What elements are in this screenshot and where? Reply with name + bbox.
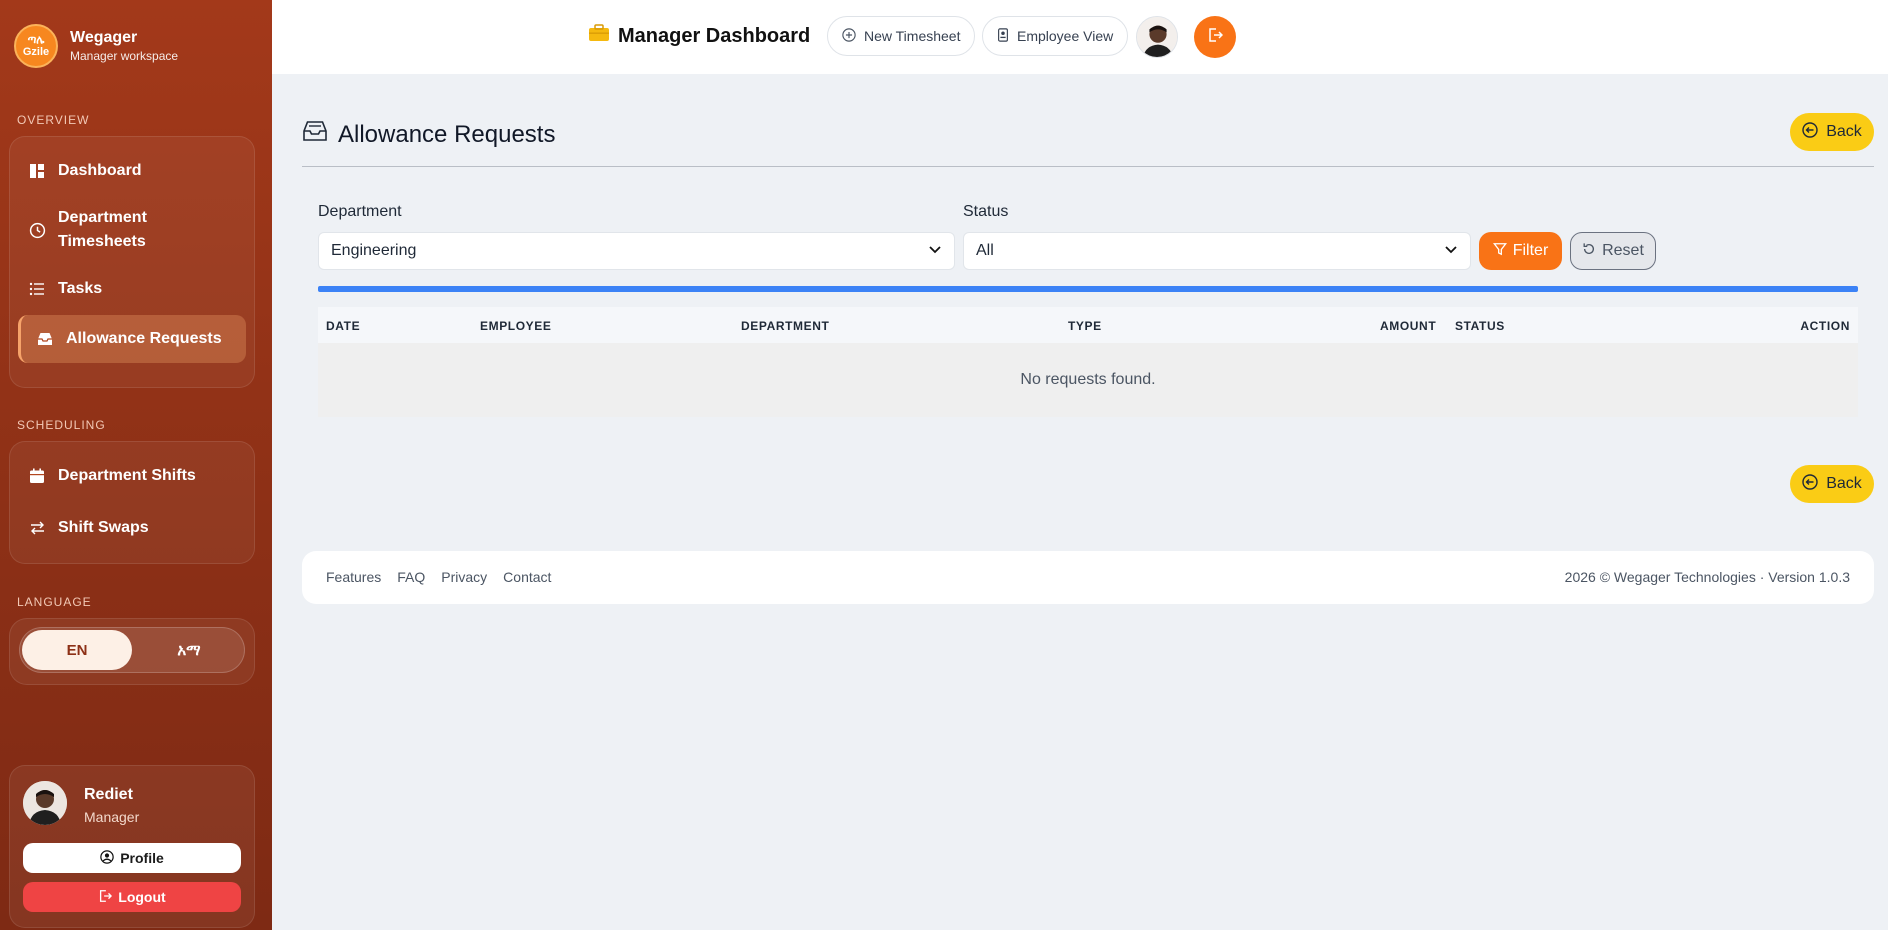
reset-button-label: Reset (1602, 242, 1644, 259)
list-icon (28, 281, 46, 297)
footer-copyright: 2026 © Wegager Technologies · Version 1.… (1564, 569, 1850, 585)
column-header-amount: AMOUNT (1380, 319, 1437, 333)
employee-view-label: Employee View (1017, 28, 1114, 44)
page-title: Allowance Requests (302, 119, 555, 150)
logout-icon (98, 889, 113, 906)
empty-message: No requests found. (1020, 371, 1156, 388)
logout-button[interactable]: Logout (23, 882, 241, 912)
section-label-scheduling: SCHEDULING (17, 418, 106, 432)
back-button-label: Back (1826, 123, 1862, 140)
plus-circle-icon (842, 27, 856, 45)
sidebar-item-label: Dashboard (58, 162, 142, 179)
clock-icon (28, 222, 46, 239)
sidebar: ጣሌ Gzile Wegager Manager workspace OVERV… (0, 0, 272, 930)
column-header-department: DEPARTMENT (741, 319, 830, 333)
filter-button[interactable]: Filter (1479, 232, 1562, 270)
inbox-icon (36, 331, 54, 347)
logout-icon (1207, 27, 1224, 48)
reset-button[interactable]: Reset (1570, 232, 1656, 270)
brand-logo-bottom: Gzile (22, 46, 50, 58)
sidebar-item-department-shifts[interactable]: Department Shifts (10, 450, 254, 502)
department-label: Department (318, 203, 402, 220)
language-switcher: EN አማ (9, 618, 255, 685)
language-option-en[interactable]: EN (22, 630, 132, 670)
sidebar-item-shift-swaps[interactable]: Shift Swaps (10, 502, 254, 554)
column-header-employee: EMPLOYEE (480, 319, 552, 333)
sidebar-item-label: Department Shifts (58, 467, 196, 484)
funnel-icon (1492, 242, 1507, 261)
table-header: DATE EMPLOYEE DEPARTMENT TYPE AMOUNT STA… (318, 307, 1858, 343)
sidebar-item-label: Allowance Requests (66, 330, 222, 347)
new-timesheet-button[interactable]: New Timesheet (827, 16, 976, 56)
rotate-icon (1582, 242, 1596, 261)
brand-subtitle: Manager workspace (70, 49, 179, 63)
sidebar-item-department-timesheets[interactable]: Department Timesheets (10, 197, 254, 263)
nav-group-overview: Dashboard Department Timesheets Tasks Al… (9, 136, 255, 388)
sidebar-item-tasks[interactable]: Tasks (10, 263, 254, 315)
new-timesheet-label: New Timesheet (864, 28, 961, 44)
sidebar-item-label: Department Timesheets (58, 209, 147, 250)
back-button-top[interactable]: Back (1790, 113, 1874, 151)
back-button-bottom[interactable]: Back (1790, 465, 1874, 503)
sidebar-item-dashboard[interactable]: Dashboard (10, 145, 254, 197)
footer-link-faq[interactable]: FAQ (397, 569, 425, 585)
brand-logo-top: ጣሌ (27, 34, 45, 46)
brand-logo: ጣሌ Gzile (14, 24, 58, 68)
header-title: Manager Dashboard (588, 24, 810, 48)
inbox-icon (302, 119, 328, 150)
section-label-overview: OVERVIEW (17, 113, 90, 127)
footer-links: Features FAQ Privacy Contact (326, 569, 551, 585)
column-header-status: STATUS (1455, 319, 1505, 333)
header-logout-button[interactable] (1194, 16, 1236, 58)
user-name: Rediet (84, 786, 133, 803)
language-toggle: EN አማ (19, 627, 245, 673)
avatar (23, 781, 67, 825)
arrow-left-circle-icon (1802, 473, 1818, 495)
header-avatar[interactable] (1136, 16, 1178, 58)
dashboard-icon (28, 163, 46, 179)
logout-button-label: Logout (118, 889, 166, 905)
briefcase-icon (588, 24, 610, 48)
section-label-language: LANGUAGE (17, 595, 92, 609)
footer-link-privacy[interactable]: Privacy (441, 569, 487, 585)
calendar-icon (28, 468, 46, 484)
brand[interactable]: ጣሌ Gzile Wegager Manager workspace (14, 24, 178, 68)
language-option-am[interactable]: አማ (134, 628, 244, 672)
profile-button-label: Profile (120, 850, 164, 866)
footer-link-contact[interactable]: Contact (503, 569, 551, 585)
page-title-text: Allowance Requests (338, 120, 556, 148)
footer-link-features[interactable]: Features (326, 569, 381, 585)
profile-button[interactable]: Profile (23, 843, 241, 873)
sidebar-item-label: Shift Swaps (58, 519, 149, 536)
chevron-down-icon (928, 242, 942, 260)
user-card: Rediet Manager Profile Logout (9, 765, 255, 928)
column-header-type: TYPE (1068, 319, 1102, 333)
header-title-text: Manager Dashboard (618, 24, 811, 47)
loading-bar (318, 286, 1858, 292)
column-header-action: ACTION (1800, 319, 1850, 333)
table-empty-row: No requests found. (318, 343, 1858, 417)
sidebar-item-allowance-requests[interactable]: Allowance Requests (18, 315, 246, 363)
swap-icon (28, 520, 46, 536)
department-select-value: Engineering (331, 242, 417, 259)
nav-group-scheduling: Department Shifts Shift Swaps (9, 441, 255, 564)
brand-name: Wegager (70, 29, 138, 46)
status-select-value: All (976, 242, 994, 259)
user-role: Manager (84, 809, 140, 825)
id-badge-icon (997, 27, 1009, 45)
arrow-left-circle-icon (1802, 121, 1818, 143)
back-button-label: Back (1826, 475, 1862, 492)
status-label: Status (963, 203, 1009, 220)
department-select[interactable]: Engineering (318, 232, 955, 270)
column-header-date: DATE (326, 319, 361, 333)
employee-view-button[interactable]: Employee View (982, 16, 1129, 56)
sidebar-item-label: Tasks (58, 280, 103, 297)
filter-button-label: Filter (1512, 242, 1549, 259)
status-select[interactable]: All (963, 232, 1471, 270)
footer: Features FAQ Privacy Contact 2026 © Wega… (302, 551, 1874, 604)
chevron-down-icon (1444, 242, 1458, 260)
top-header: Manager Dashboard New Timesheet Employee… (272, 0, 1888, 74)
user-circle-icon (100, 849, 114, 867)
title-divider (302, 166, 1874, 167)
